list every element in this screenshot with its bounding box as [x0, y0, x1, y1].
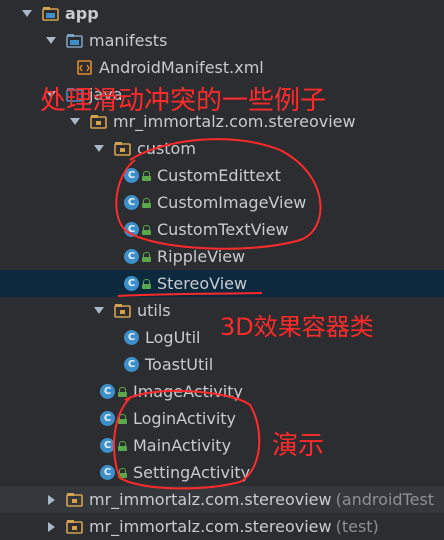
- tree-item-suffix: (test): [335, 517, 379, 536]
- class-icon: C: [100, 411, 127, 426]
- tree-item-label: SettingActivity: [133, 463, 251, 482]
- tree-item-android-manifest[interactable]: AndroidManifest.xml: [0, 54, 444, 81]
- tree-item-label: mr_immortalz.com.stereoview: [89, 490, 332, 509]
- tree-item-label: RippleView: [157, 247, 246, 266]
- collapse-arrow-icon[interactable]: [44, 520, 58, 534]
- class-letter: C: [124, 276, 139, 291]
- class-icon: C: [124, 168, 151, 183]
- tree-item-label: ToastUtil: [145, 355, 214, 374]
- class-icon: C: [124, 222, 151, 237]
- lock-icon: [142, 251, 151, 262]
- package-icon: [114, 141, 131, 156]
- tree-item-toastutil[interactable]: C ToastUtil: [0, 351, 444, 378]
- tree-item-mainactivity[interactable]: C MainActivity: [0, 432, 444, 459]
- class-icon: C: [100, 384, 127, 399]
- lock-icon: [142, 197, 151, 208]
- annotation-3d-container: 3D效果容器类: [220, 313, 374, 341]
- class-letter: C: [124, 168, 139, 183]
- class-letter: C: [124, 357, 139, 372]
- tree-item-label: app: [65, 4, 99, 23]
- tree-item-label: LogUtil: [145, 328, 201, 347]
- class-icon: C: [124, 357, 139, 372]
- tree-item-custom-edittext[interactable]: C CustomEdittext: [0, 162, 444, 189]
- expand-arrow-icon[interactable]: [92, 304, 106, 318]
- class-icon: C: [100, 438, 127, 453]
- class-letter: C: [100, 438, 115, 453]
- expand-arrow-icon[interactable]: [20, 7, 34, 21]
- tree-item-label: StereoView: [157, 274, 248, 293]
- tree-item-custom-textview[interactable]: C CustomTextView: [0, 216, 444, 243]
- class-letter: C: [100, 465, 115, 480]
- expand-arrow-icon[interactable]: [44, 34, 58, 48]
- package-icon: [66, 492, 83, 507]
- tree-item-stereoview[interactable]: C StereoView: [0, 270, 444, 297]
- class-letter: C: [124, 222, 139, 237]
- package-icon: [114, 303, 131, 318]
- lock-icon: [118, 440, 127, 451]
- tree-item-label: LoginActivity: [133, 409, 236, 428]
- tree-item-manifests[interactable]: manifests: [0, 27, 444, 54]
- lock-icon: [118, 413, 127, 424]
- class-icon: C: [124, 249, 151, 264]
- tree-item-loginactivity[interactable]: C LoginActivity: [0, 405, 444, 432]
- tree-item-label: custom: [137, 139, 196, 158]
- tree-item-imageactivity[interactable]: C ImageActivity: [0, 378, 444, 405]
- annotation-slide-conflict: 处理滑动冲突的一些例子: [40, 86, 327, 116]
- tree-item-label: manifests: [89, 31, 168, 50]
- class-icon: C: [124, 276, 151, 291]
- lock-icon: [118, 386, 127, 397]
- folder-icon: [66, 33, 83, 48]
- class-icon: C: [124, 330, 139, 345]
- class-icon: C: [100, 465, 127, 480]
- tree-item-settingactivity[interactable]: C SettingActivity: [0, 459, 444, 486]
- class-letter: C: [100, 411, 115, 426]
- collapse-arrow-icon[interactable]: [44, 493, 58, 507]
- tree-item-rippleview[interactable]: C RippleView: [0, 243, 444, 270]
- tree-item-label: CustomTextView: [157, 220, 289, 239]
- module-folder-icon: [42, 6, 59, 21]
- lock-icon: [118, 467, 127, 478]
- annotation-demo: 演示: [272, 431, 325, 461]
- class-letter: C: [124, 195, 139, 210]
- tree-item-label: mr_immortalz.com.stereoview: [89, 517, 332, 536]
- lock-icon: [142, 224, 151, 235]
- class-letter: C: [100, 384, 115, 399]
- tree-item-label: ImageActivity: [133, 382, 243, 401]
- tree-item-label: MainActivity: [133, 436, 232, 455]
- class-icon: C: [124, 195, 151, 210]
- class-letter: C: [124, 330, 139, 345]
- tree-item-label: utils: [137, 301, 171, 320]
- class-letter: C: [124, 249, 139, 264]
- package-icon: [66, 519, 83, 534]
- expand-arrow-icon[interactable]: [92, 142, 106, 156]
- tree-item-suffix: (androidTest: [335, 490, 435, 509]
- tree-item-label: CustomEdittext: [157, 166, 281, 185]
- tree-item-custom[interactable]: custom: [0, 135, 444, 162]
- lock-icon: [142, 170, 151, 181]
- lock-icon: [142, 278, 151, 289]
- tree-item-pkg-test[interactable]: mr_immortalz.com.stereoview (test): [0, 513, 444, 540]
- xml-file-icon: [76, 60, 93, 75]
- tree-item-pkg-androidtest[interactable]: mr_immortalz.com.stereoview (androidTest: [0, 486, 444, 513]
- tree-item-app[interactable]: app: [0, 0, 444, 27]
- tree-item-label: CustomImageView: [157, 193, 307, 212]
- tree-item-custom-imageview[interactable]: C CustomImageView: [0, 189, 444, 216]
- tree-item-label: AndroidManifest.xml: [99, 58, 264, 77]
